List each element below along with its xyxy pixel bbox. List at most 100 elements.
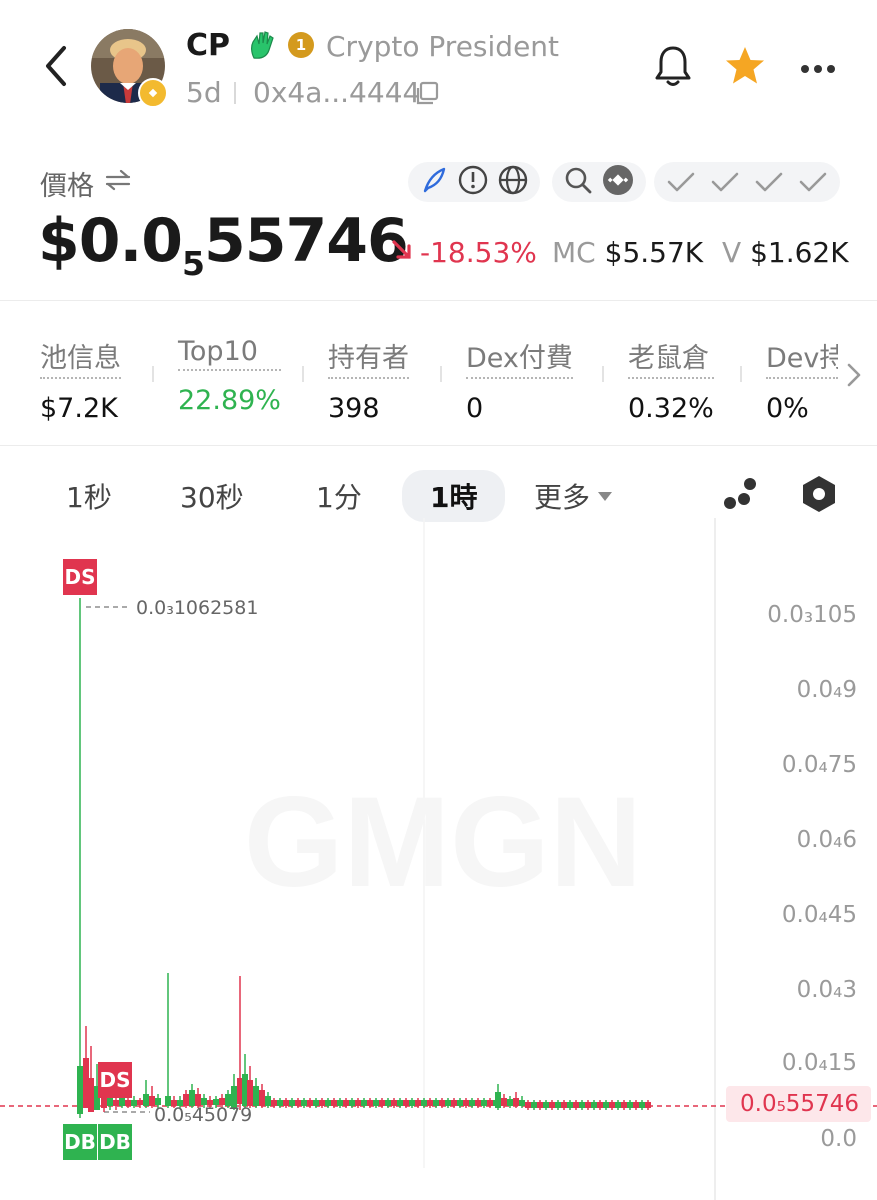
- chart-watermark: GMGN: [244, 771, 642, 914]
- tab-30s[interactable]: 30秒: [180, 476, 244, 516]
- candle: [633, 1100, 639, 1110]
- candle: [513, 1092, 519, 1108]
- token-address[interactable]: 0x4a...4444: [253, 76, 420, 109]
- stat-insiders[interactable]: 老鼠倉 0.32%: [628, 336, 714, 424]
- y-tick-label: 0.0₄6: [796, 827, 857, 853]
- section-divider: [0, 445, 877, 446]
- token-age: 5d: [186, 76, 222, 109]
- indicators-icon[interactable]: [720, 474, 760, 518]
- tab-more[interactable]: 更多: [534, 476, 614, 516]
- candle: [621, 1100, 627, 1110]
- candle: [573, 1100, 579, 1110]
- search-links-chip: [552, 162, 646, 202]
- y-tick-label: 0.0₄45: [781, 902, 857, 928]
- low-price-label: 0.0₅45079: [154, 1104, 253, 1126]
- section-divider: [0, 300, 877, 301]
- dev-sell-marker[interactable]: DS: [63, 559, 97, 595]
- candle: [615, 1100, 621, 1110]
- settings-hex-icon[interactable]: [800, 474, 838, 518]
- audit-checks-chip: [654, 162, 840, 202]
- candle: [165, 973, 171, 1108]
- stat-top10[interactable]: Top10 22.89%: [178, 336, 281, 416]
- tab-1s[interactable]: 1秒: [66, 476, 112, 516]
- token-symbol: CP: [186, 28, 231, 63]
- down-arrow-icon: [390, 238, 414, 266]
- current-price: $0.0555746: [38, 206, 409, 283]
- copy-icon[interactable]: [414, 80, 440, 110]
- volume: V $1.62K: [722, 236, 849, 269]
- stat-divider: [152, 366, 154, 382]
- stat-dev-hold[interactable]: Dev持 0%: [766, 336, 838, 424]
- hand-icon: [248, 30, 276, 64]
- market-cap: MC $5.57K: [552, 236, 704, 269]
- current-price-label: 0.0₅55746: [726, 1086, 871, 1122]
- y-tick-label: 0.0₄9: [796, 677, 857, 703]
- dev-buy-marker[interactable]: DB: [63, 1124, 97, 1160]
- candle: [143, 1080, 149, 1108]
- candle: [501, 1094, 507, 1108]
- price-label: 價格: [40, 171, 94, 202]
- check-icon: [711, 172, 739, 192]
- candle: [579, 1100, 585, 1110]
- tab-1h[interactable]: 1時: [402, 470, 506, 522]
- dev-sell-marker[interactable]: DS: [98, 1062, 132, 1098]
- stat-divider: [302, 366, 304, 382]
- candle: [259, 1084, 265, 1108]
- candle: [561, 1100, 567, 1110]
- check-icon: [799, 172, 827, 192]
- more-icon[interactable]: [800, 60, 836, 79]
- candle: [555, 1100, 561, 1110]
- stat-divider: [440, 366, 442, 382]
- social-links-chip: [408, 162, 540, 202]
- candle: [543, 1100, 549, 1110]
- chevron-right-icon[interactable]: [846, 362, 862, 392]
- bell-icon[interactable]: [654, 44, 692, 92]
- candle: [585, 1100, 591, 1110]
- candle: [88, 1046, 94, 1112]
- y-tick-label: 0.0₄15: [781, 1050, 857, 1076]
- y-tick-label: 0.0₃105: [767, 602, 857, 628]
- y-tick-label: 0.0₄75: [781, 752, 857, 778]
- candle: [253, 1078, 259, 1108]
- back-icon[interactable]: [38, 44, 74, 88]
- candle: [591, 1100, 597, 1110]
- check-icon: [667, 172, 695, 192]
- candle: [525, 1100, 531, 1110]
- candle: [531, 1100, 537, 1110]
- candle: [597, 1100, 603, 1110]
- price-change: -18.53%: [420, 236, 537, 269]
- candle: [549, 1100, 555, 1110]
- candle: [627, 1100, 633, 1110]
- star-icon[interactable]: [724, 46, 766, 90]
- y-tick-label: 0.0₄3: [796, 977, 857, 1003]
- candle: [609, 1100, 615, 1110]
- info-icon[interactable]: [458, 165, 488, 199]
- candle: [567, 1100, 573, 1110]
- candle: [495, 1084, 501, 1110]
- price-chart[interactable]: GMGN 0.0₃105 0.0₄9 0.0₄75 0.0₄6 0.0₄45 0…: [0, 518, 877, 1200]
- bscscan-icon[interactable]: [602, 164, 634, 200]
- check-icon: [755, 172, 783, 192]
- stat-divider: [740, 366, 742, 382]
- caret-down-icon: [598, 492, 613, 501]
- header-divider: [234, 82, 236, 104]
- high-price-label: 0.0₃1062581: [136, 597, 259, 619]
- candle: [645, 1100, 651, 1110]
- globe-icon[interactable]: [498, 165, 528, 199]
- candle: [639, 1100, 645, 1110]
- bnb-badge-icon: [138, 78, 168, 108]
- swap-icon[interactable]: [104, 168, 132, 196]
- dev-buy-marker[interactable]: DB: [98, 1124, 132, 1160]
- candle: [77, 598, 83, 1118]
- search-icon[interactable]: [564, 166, 592, 198]
- tab-1m[interactable]: 1分: [316, 476, 362, 516]
- candle: [265, 1092, 271, 1108]
- stat-holders[interactable]: 持有者 398: [328, 336, 409, 424]
- feather-icon[interactable]: [420, 166, 448, 198]
- stat-pool[interactable]: 池信息 $7.2K: [40, 336, 121, 424]
- candle: [603, 1100, 609, 1110]
- stat-divider: [602, 366, 604, 382]
- candle: [247, 1066, 253, 1108]
- token-name: Crypto President: [326, 30, 560, 63]
- stat-dex-paid[interactable]: Dex付費 0: [466, 336, 573, 424]
